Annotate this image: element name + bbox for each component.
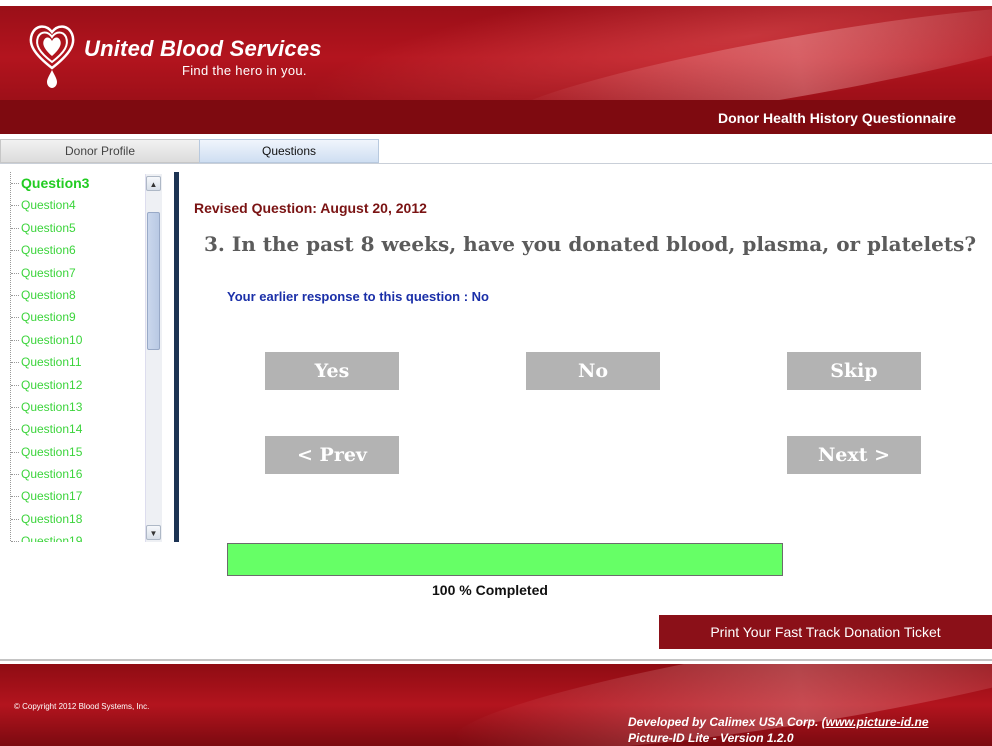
site-footer: © Copyright 2012 Blood Systems, Inc. Dev… <box>0 664 992 746</box>
next-button[interactable]: Next > <box>787 436 921 474</box>
question-list: Question3 Question4 Question5 Question6 … <box>10 172 162 542</box>
heart-drop-logo-icon <box>29 25 75 88</box>
tab-bar: Donor Profile Questions <box>0 137 992 164</box>
sidebar-item-question16[interactable]: Question16 <box>11 463 162 485</box>
progress-bar <box>227 543 783 576</box>
yes-button[interactable]: Yes <box>265 352 399 390</box>
developer-link[interactable]: (www.picture-id.ne <box>822 715 929 729</box>
copyright-text: © Copyright 2012 Blood Systems, Inc. <box>14 702 150 711</box>
sidebar-item-question5[interactable]: Question5 <box>11 217 162 239</box>
vertical-divider <box>174 172 179 542</box>
earlier-response: Your earlier response to this question :… <box>227 289 489 304</box>
sidebar-item-question18[interactable]: Question18 <box>11 508 162 530</box>
sidebar-item-question17[interactable]: Question17 <box>11 485 162 507</box>
revised-question-note: Revised Question: August 20, 2012 <box>194 200 427 216</box>
brand-name: United Blood Services <box>84 36 322 61</box>
question-tree: Question3 Question4 Question5 Question6 … <box>10 172 162 542</box>
tab-questions[interactable]: Questions <box>199 139 379 163</box>
sidebar-item-question15[interactable]: Question15 <box>11 441 162 463</box>
sidebar-item-question7[interactable]: Question7 <box>11 262 162 284</box>
footer-divider <box>0 659 992 661</box>
sidebar-item-question14[interactable]: Question14 <box>11 418 162 440</box>
questionnaire-title: Donor Health History Questionnaire <box>717 110 956 126</box>
no-button[interactable]: No <box>526 352 660 390</box>
progress-label: 100 % Completed <box>432 582 548 598</box>
progress-fill <box>228 544 782 575</box>
brand-tagline: Find the hero in you. <box>182 63 307 78</box>
sidebar-scrollbar[interactable]: ▲ ▼ <box>145 174 162 542</box>
sidebar-item-question19[interactable]: Question19 <box>11 530 162 542</box>
developer-credit: Developed by Calimex USA Corp. (www.pict… <box>628 715 929 729</box>
scroll-down-arrow-icon[interactable]: ▼ <box>146 525 161 540</box>
sidebar-item-question9[interactable]: Question9 <box>11 306 162 328</box>
sidebar-item-question3[interactable]: Question3 <box>11 172 162 194</box>
sidebar-item-question8[interactable]: Question8 <box>11 284 162 306</box>
sidebar-item-question11[interactable]: Question11 <box>11 351 162 373</box>
prev-button[interactable]: < Prev <box>265 436 399 474</box>
question-text: 3. In the past 8 weeks, have you donated… <box>204 232 977 256</box>
sidebar-item-question6[interactable]: Question6 <box>11 239 162 261</box>
developer-text: Developed by Calimex USA Corp. <box>628 715 822 729</box>
scroll-up-arrow-icon[interactable]: ▲ <box>146 176 161 191</box>
site-header: United Blood Services Find the hero in y… <box>0 6 992 134</box>
skip-button[interactable]: Skip <box>787 352 921 390</box>
sidebar-item-question13[interactable]: Question13 <box>11 396 162 418</box>
print-ticket-button[interactable]: Print Your Fast Track Donation Ticket <box>659 615 992 649</box>
tab-donor-profile[interactable]: Donor Profile <box>0 139 200 163</box>
sidebar-item-question10[interactable]: Question10 <box>11 329 162 351</box>
scrollbar-thumb[interactable] <box>147 212 160 350</box>
sidebar-item-question4[interactable]: Question4 <box>11 194 162 216</box>
version-text: Picture-ID Lite - Version 1.2.0 <box>628 731 794 745</box>
sidebar-item-question12[interactable]: Question12 <box>11 374 162 396</box>
